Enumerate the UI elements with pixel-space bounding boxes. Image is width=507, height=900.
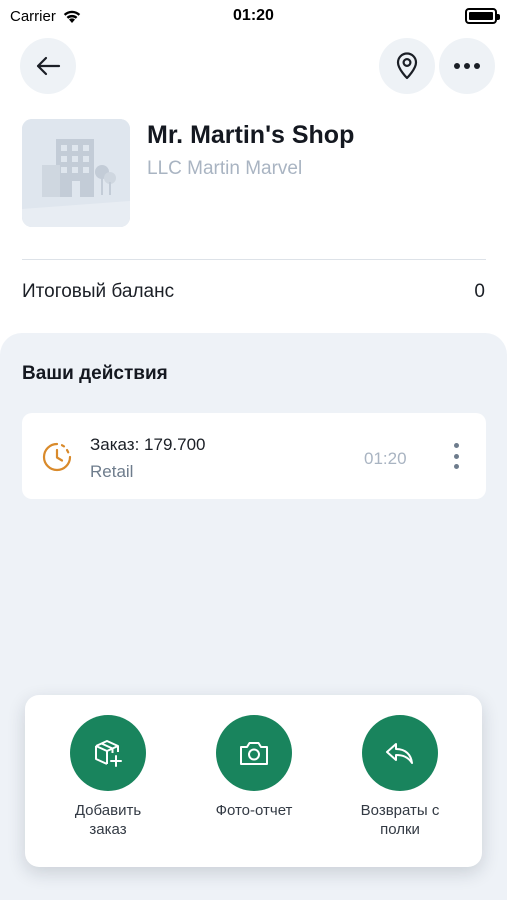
balance-label: Итоговый баланс <box>22 281 175 302</box>
quick-actions-sheet: Добавить заказ Фото-отчет Возвраты с пол… <box>25 695 482 867</box>
order-type: Retail <box>90 462 134 481</box>
carrier-label: Carrier <box>10 7 56 25</box>
photo-report-action[interactable]: Фото-отчет <box>184 715 324 820</box>
shop-name: Mr. Martin's Shop <box>147 121 355 149</box>
building-placeholder-icon <box>22 119 130 227</box>
add-order-label-line2: заказ <box>89 821 127 838</box>
add-order-label-line1: Добавить <box>74 802 142 819</box>
order-time: 01:20 <box>364 449 407 468</box>
box-add-icon <box>95 740 122 767</box>
status-bar: Carrier 01:20 <box>0 0 507 32</box>
more-vertical-icon[interactable] <box>446 440 466 472</box>
map-pin-icon <box>396 52 418 80</box>
battery-icon <box>465 8 500 24</box>
back-button[interactable] <box>20 38 76 94</box>
battery-level <box>469 12 493 20</box>
arrow-left-icon <box>36 56 61 76</box>
add-order-label: Добавить заказ <box>48 801 168 839</box>
wifi-icon <box>63 10 81 23</box>
kebab-dot <box>453 464 459 469</box>
camera-icon <box>240 742 268 765</box>
shelf-returns-label-line1: Возвраты с <box>360 802 440 819</box>
shelf-returns-label-line2: полки <box>380 821 420 838</box>
shelf-returns-action[interactable]: Возвраты с полки <box>330 715 470 839</box>
photo-report-label-line1: Фото-отчет <box>215 802 293 819</box>
more-horizontal-icon <box>454 63 480 69</box>
balance-value: 0 <box>474 281 485 302</box>
add-order-button[interactable] <box>70 715 146 791</box>
shop-image <box>22 119 130 227</box>
action-card-order[interactable]: Заказ: 179.700 Retail 01:20 <box>22 413 486 499</box>
photo-report-label: Фото-отчет <box>194 801 314 820</box>
location-button[interactable] <box>379 38 435 94</box>
clock-icon <box>42 442 72 472</box>
photo-report-button[interactable] <box>216 715 292 791</box>
shelf-returns-label: Возвраты с полки <box>340 801 460 839</box>
kebab-dot <box>453 453 459 459</box>
order-label: Заказ: 179.700 <box>90 435 206 454</box>
status-left: Carrier <box>10 8 82 25</box>
divider <box>22 259 486 260</box>
kebab-dot <box>453 443 459 448</box>
shop-legal-name: LLC Martin Marvel <box>147 158 303 179</box>
shelf-returns-button[interactable] <box>362 715 438 791</box>
add-order-action[interactable]: Добавить заказ <box>38 715 178 839</box>
more-button[interactable] <box>439 38 495 94</box>
actions-title: Ваши действия <box>22 363 168 384</box>
return-arrow-icon <box>386 743 413 764</box>
